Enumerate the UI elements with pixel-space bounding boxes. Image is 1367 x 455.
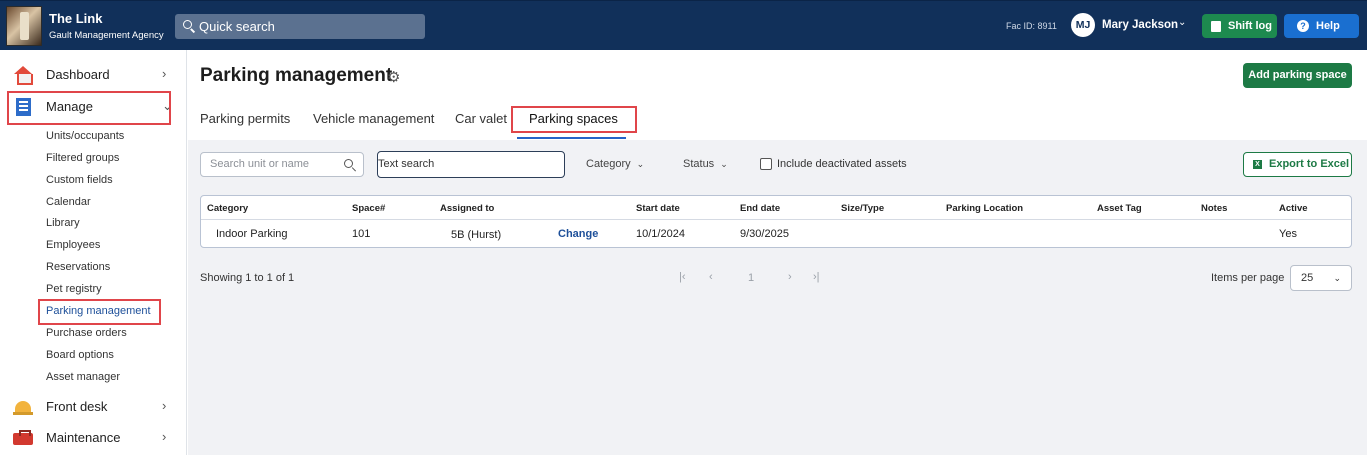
sidebar-subitem-reservations[interactable]: Reservations [46, 261, 110, 273]
category-label: Category [586, 158, 631, 170]
tab-vehicle-management[interactable]: Vehicle management [313, 111, 434, 126]
highlight-parking-management [38, 299, 161, 325]
help-button[interactable]: ? Help [1284, 14, 1359, 38]
question-icon: ? [1297, 20, 1309, 32]
results-summary: Showing 1 to 1 of 1 [200, 272, 295, 284]
export-to-excel-button[interactable]: X Export to Excel [1243, 152, 1352, 177]
chevron-right-icon: › [162, 398, 167, 413]
sidebar-subitem-asset-manager[interactable]: Asset manager [46, 371, 120, 383]
gear-icon[interactable]: ⚙ [387, 68, 400, 86]
active-tab-indicator [517, 137, 626, 139]
text-search-placeholder: Text search [378, 158, 435, 170]
items-per-page-value: 25 [1301, 272, 1314, 284]
chevron-down-icon[interactable]: ⌄ [1178, 17, 1186, 28]
sidebar-item-front-desk[interactable]: Front desk › [0, 394, 187, 420]
sidebar-item-dashboard[interactable]: Dashboard › [0, 62, 187, 88]
sidebar-item-label: Maintenance [46, 430, 121, 445]
help-label: Help [1316, 20, 1340, 32]
tab-car-valet[interactable]: Car valet [455, 111, 507, 126]
column-header-asset-tag[interactable]: Asset Tag [1097, 203, 1142, 214]
add-parking-space-button[interactable]: Add parking space [1243, 63, 1352, 88]
include-deactivated-label: Include deactivated assets [777, 158, 907, 170]
user-menu[interactable]: Mary Jackson [1102, 19, 1178, 31]
cell-assigned-to: 5B (Hurst) [451, 229, 502, 241]
sidebar-subitem-purchase-orders[interactable]: Purchase orders [46, 327, 127, 339]
home-icon [13, 66, 33, 85]
sidebar-subitem-filtered-groups[interactable]: Filtered groups [46, 152, 119, 164]
include-deactivated-checkbox[interactable] [760, 158, 772, 170]
brand-title: The Link [49, 11, 103, 26]
brand-logo[interactable] [6, 6, 42, 46]
status-dropdown[interactable]: Status ⌄ [683, 158, 728, 170]
sidebar-subitem-pet-registry[interactable]: Pet registry [46, 283, 102, 295]
shift-log-button[interactable]: Shift log [1202, 14, 1277, 38]
next-page-icon[interactable]: › [788, 271, 792, 283]
status-label: Status [683, 158, 715, 170]
export-label: Export to Excel [1269, 158, 1350, 170]
column-header-notes[interactable]: Notes [1201, 203, 1227, 214]
cell-start-date: 10/1/2024 [636, 228, 685, 240]
highlight-manage [7, 91, 171, 125]
header-divider [201, 219, 1351, 220]
page-number[interactable]: 1 [748, 272, 754, 284]
chevron-down-icon: ⌄ [636, 159, 645, 169]
last-page-icon[interactable]: ›| [813, 271, 820, 283]
excel-icon: X [1253, 160, 1262, 169]
highlight-parking-spaces-tab [511, 106, 637, 133]
quick-search-input[interactable]: Quick search [175, 14, 425, 39]
page-title: Parking management [200, 65, 393, 86]
sidebar-subitem-units-occupants[interactable]: Units/occupants [46, 130, 124, 142]
column-header-parking-location[interactable]: Parking Location [946, 203, 1023, 214]
search-icon [344, 159, 353, 168]
clipboard-icon [1211, 21, 1221, 32]
search-unit-input[interactable]: Search unit or name [200, 152, 364, 177]
facility-id: Fac ID: 8911 [1006, 21, 1057, 31]
sidebar-subitem-library[interactable]: Library [46, 217, 80, 229]
column-header-active[interactable]: Active [1279, 203, 1308, 214]
sidebar-item-label: Front desk [46, 399, 108, 414]
items-per-page-select[interactable]: 25 ⌄ [1290, 265, 1352, 291]
toolbox-icon [13, 429, 33, 447]
sidebar-subitem-calendar[interactable]: Calendar [46, 196, 91, 208]
cell-category: Indoor Parking [216, 228, 288, 240]
tab-parking-permits[interactable]: Parking permits [200, 111, 290, 126]
avatar[interactable]: MJ [1071, 13, 1095, 37]
change-assignment-link[interactable]: Change [558, 228, 598, 240]
bell-icon [13, 398, 33, 416]
sidebar-item-maintenance[interactable]: Maintenance › [0, 425, 187, 451]
shift-log-label: Shift log [1228, 20, 1272, 32]
column-header-category[interactable]: Category [207, 203, 248, 214]
brand-subtitle: Gault Management Agency [49, 30, 164, 41]
chevron-right-icon: › [162, 429, 167, 444]
top-bar: The Link Gault Management Agency Quick s… [0, 0, 1367, 50]
quick-search-placeholder: Quick search [199, 19, 275, 34]
sidebar-subitem-board-options[interactable]: Board options [46, 349, 114, 361]
column-header-space[interactable]: Space# [352, 203, 385, 214]
search-icon [183, 20, 192, 29]
content-area [188, 140, 1367, 455]
cell-space: 101 [352, 228, 371, 240]
items-per-page-label: Items per page [1211, 272, 1285, 284]
sidebar-subitem-employees[interactable]: Employees [46, 239, 100, 251]
chevron-down-icon: ⌄ [1333, 273, 1341, 283]
chevron-down-icon: ⌄ [720, 159, 728, 169]
previous-page-icon[interactable]: ‹ [709, 271, 713, 283]
sidebar-subitem-custom-fields[interactable]: Custom fields [46, 174, 113, 186]
first-page-icon[interactable]: |‹ [679, 271, 686, 283]
chevron-right-icon: › [162, 66, 167, 81]
parking-spaces-table: Category Space# Assigned to Start date E… [200, 195, 1352, 248]
cell-end-date: 9/30/2025 [740, 228, 789, 240]
cell-active: Yes [1279, 228, 1297, 240]
sidebar-item-label: Dashboard [46, 67, 110, 82]
column-header-start-date[interactable]: Start date [636, 203, 680, 214]
text-search-input[interactable]: Text search [377, 151, 565, 178]
column-header-assigned-to[interactable]: Assigned to [440, 203, 494, 214]
column-header-end-date[interactable]: End date [740, 203, 780, 214]
search-unit-placeholder: Search unit or name [210, 158, 310, 170]
category-dropdown[interactable]: Category ⌄ [586, 158, 644, 170]
column-header-size-type[interactable]: Size/Type [841, 203, 884, 214]
